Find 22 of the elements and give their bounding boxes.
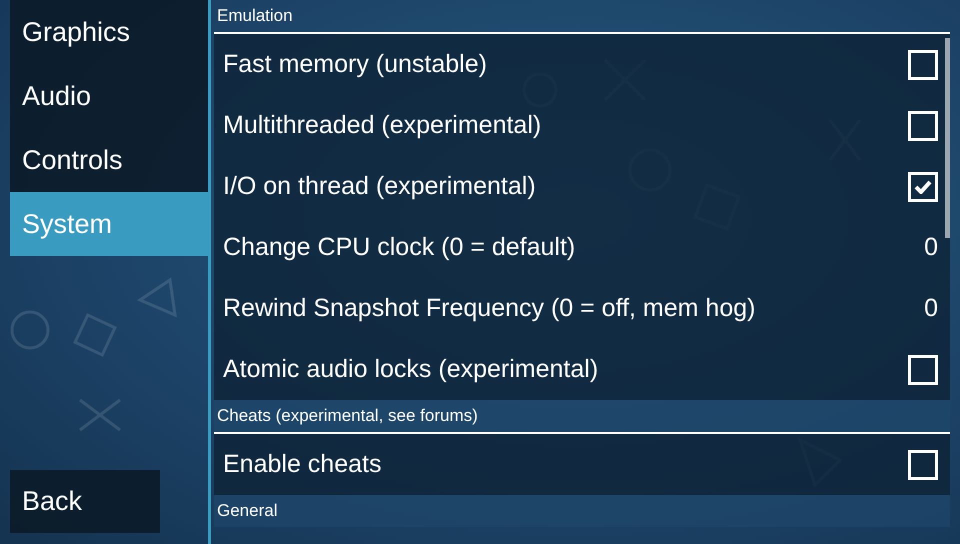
setting-label[interactable]: Change CPU clock (0 = default) (223, 233, 576, 262)
setting-value: 0 (924, 294, 938, 323)
sidebar-item[interactable]: Audio (10, 64, 208, 128)
checkbox[interactable] (908, 354, 938, 384)
section-heading: Emulation (217, 6, 293, 25)
back-button[interactable]: Back (10, 470, 160, 533)
checkbox[interactable] (908, 172, 938, 202)
checkbox[interactable] (908, 110, 938, 140)
setting-label[interactable]: Rewind Snapshot Frequency (0 = off, mem hog) (223, 294, 756, 323)
checkmark-icon (914, 180, 932, 194)
sidebar-item[interactable]: Graphics (10, 0, 208, 64)
section-heading: General (217, 501, 278, 520)
checkbox[interactable] (908, 50, 938, 80)
setting-label[interactable]: Multithreaded (experimental) (223, 111, 542, 140)
setting-label[interactable]: Fast memory (unstable) (223, 50, 487, 79)
setting-label[interactable]: Atomic audio locks (experimental) (223, 355, 598, 384)
sidebar-item[interactable]: Controls (10, 128, 208, 192)
setting-label[interactable]: Enable cheats (223, 450, 382, 479)
setting-label[interactable]: I/O on thread (experimental) (223, 172, 536, 201)
setting-value: 0 (924, 233, 938, 262)
section-heading: Cheats (experimental, see forums) (217, 406, 478, 425)
checkbox[interactable] (908, 450, 938, 480)
